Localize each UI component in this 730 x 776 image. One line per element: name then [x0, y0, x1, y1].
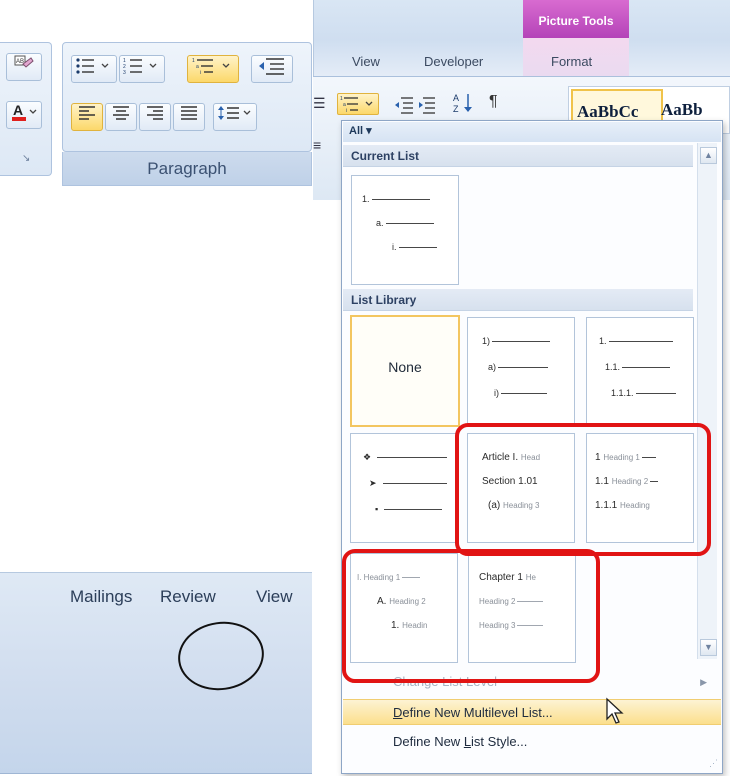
svg-text:1: 1: [192, 58, 195, 64]
list-level-row: a.: [376, 216, 434, 230]
mouse-cursor-icon: [606, 697, 624, 724]
svg-text:A: A: [13, 102, 23, 118]
tab-review[interactable]: Review: [160, 587, 216, 607]
svg-text:A: A: [453, 93, 459, 103]
scroll-up-icon[interactable]: ▲: [700, 147, 717, 164]
tab-view[interactable]: View: [256, 587, 293, 607]
font-color-icon[interactable]: A: [6, 101, 42, 129]
list-level-row: 1.1.: [605, 360, 671, 374]
list-tile-parenthesis[interactable]: 1) a) i): [467, 317, 575, 427]
dialog-launcher-icon[interactable]: ↘: [22, 153, 30, 164]
sort-icon[interactable]: AZ: [453, 91, 475, 115]
current-list-heading: Current List: [343, 145, 693, 167]
align-left-button[interactable]: [71, 103, 103, 131]
font-group-fragment: AB A ↘: [0, 42, 52, 176]
list-tile-none[interactable]: None: [350, 315, 460, 427]
gallery-scrollbar[interactable]: ▲ ▼: [697, 143, 717, 659]
justify-icon-partial: ≡: [313, 137, 322, 153]
diamond-bullet-icon: ❖: [363, 451, 372, 462]
annotation-box-headings: [455, 423, 711, 556]
list-level-row: 1.1.1.: [611, 386, 676, 400]
tab-mailings[interactable]: Mailings: [70, 587, 132, 607]
list-tile-bullets[interactable]: ❖ ➤ ▪: [350, 433, 458, 543]
multilevel-list-button-top[interactable]: 1ai: [337, 93, 379, 115]
svg-text:i: i: [200, 70, 201, 76]
tab-developer[interactable]: Developer: [424, 54, 483, 69]
multilevel-list-button[interactable]: 1ai: [187, 55, 239, 83]
list-icon-partial: ☰: [313, 95, 326, 111]
list-tile-decimal[interactable]: 1. 1.1. 1.1.1.: [586, 317, 694, 427]
annotation-box-headings-lower: [342, 549, 600, 683]
indent-buttons-icon[interactable]: [393, 95, 439, 115]
list-level-row: 1.: [599, 334, 673, 348]
picture-tools-contextual-tab: Picture Tools: [523, 0, 629, 38]
svg-text:Z: Z: [453, 104, 459, 114]
list-level-row: i.: [392, 240, 437, 254]
numbering-button[interactable]: 123: [119, 55, 165, 83]
list-level-row: ❖: [363, 450, 448, 464]
scroll-down-icon[interactable]: ▼: [700, 639, 717, 656]
define-new-multilevel-list-item[interactable]: Define New Multilevel List...: [343, 699, 721, 725]
list-level-row: 1.: [362, 192, 430, 206]
current-list-tile[interactable]: 1. a. i.: [351, 175, 459, 285]
ribbon-fragment-paragraph: Mailings Review View: [0, 572, 312, 774]
square-bullet-icon: ▪: [375, 504, 379, 514]
svg-text:a: a: [196, 64, 199, 70]
list-level-row: i): [494, 386, 547, 400]
submenu-arrow-icon: ▶: [700, 677, 707, 687]
svg-text:3: 3: [123, 70, 126, 76]
arrow-bullet-icon: ➤: [369, 477, 377, 488]
filter-all-button[interactable]: All ▾: [349, 124, 372, 137]
paragraph-group: 123 1ai: [62, 42, 312, 152]
show-hide-paragraph-icon[interactable]: ¶: [489, 93, 498, 111]
list-level-row: a): [488, 360, 549, 374]
align-center-button[interactable]: [105, 103, 137, 131]
align-right-button[interactable]: [139, 103, 171, 131]
svg-text:i: i: [346, 108, 347, 114]
list-level-row: ▪: [375, 502, 443, 516]
list-level-row: 1): [482, 334, 551, 348]
decrease-indent-button[interactable]: [251, 55, 293, 83]
none-label: None: [388, 359, 422, 375]
line-spacing-button[interactable]: [213, 103, 257, 131]
list-library-heading: List Library: [343, 289, 693, 311]
tab-view-top[interactable]: View: [352, 54, 380, 69]
clear-formatting-icon[interactable]: AB: [6, 53, 42, 81]
bullets-button[interactable]: [71, 55, 117, 83]
gallery-filter-bar: All ▾: [343, 122, 721, 142]
list-level-row: ➤: [369, 476, 447, 490]
define-new-list-style-item[interactable]: Define New List Style...: [343, 729, 721, 755]
resize-grip-icon[interactable]: ⋰: [709, 758, 718, 769]
tab-format[interactable]: Format: [551, 54, 592, 69]
justify-button[interactable]: [173, 103, 205, 131]
paragraph-group-label: Paragraph: [62, 152, 312, 186]
